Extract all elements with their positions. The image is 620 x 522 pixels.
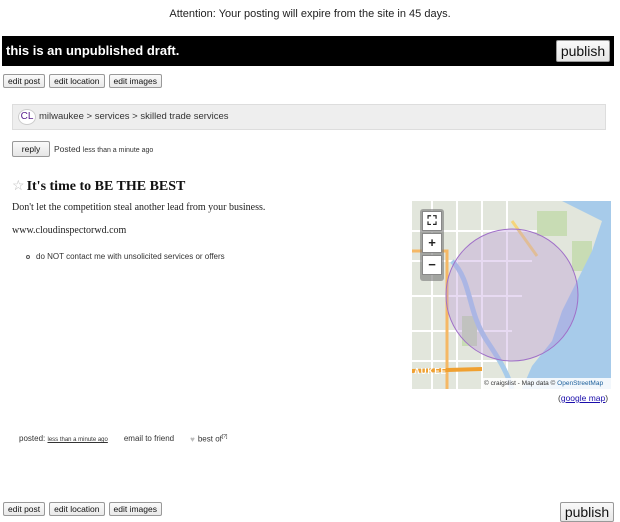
heart-icon: ♥	[190, 434, 195, 444]
fullscreen-icon[interactable]: ⛶	[422, 211, 442, 231]
draft-message: this is an unpublished draft.	[6, 43, 180, 58]
contact-notice-text: do NOT contact me with unsolicited servi…	[36, 252, 225, 261]
craigslist-logo[interactable]: CL	[18, 109, 36, 125]
breadcrumb: CL milwaukee > services > skilled trade …	[12, 104, 606, 130]
publish-button-bottom[interactable]: publish	[560, 502, 614, 522]
edit-toolbar-bottom: edit post edit location edit images	[3, 502, 162, 516]
edit-toolbar-top: edit post edit location edit images	[3, 74, 162, 88]
location-map[interactable]: ⛶ + − AUKEE © craigslist - Map data © Op…	[412, 201, 611, 389]
map-attribution-text: © craigslist - Map data ©	[484, 380, 556, 387]
google-map-link-wrapper: (google map)	[558, 393, 609, 403]
posted-info: Posted less than a minute ago	[54, 144, 153, 154]
google-map-link[interactable]: google map	[561, 393, 605, 403]
posting-body-line-2: www.cloudinspectorwd.com	[12, 225, 127, 236]
expiry-notice: Attention: Your posting will expire from…	[169, 8, 451, 20]
posted-time: less than a minute ago	[82, 147, 154, 154]
footer-posted-label: posted:	[19, 434, 46, 443]
star-icon[interactable]: ☆	[12, 179, 25, 194]
edit-post-button[interactable]: edit post	[3, 74, 46, 88]
publish-button[interactable]: publish	[556, 40, 610, 62]
edit-images-button[interactable]: edit images	[108, 74, 162, 88]
bullet-icon	[26, 254, 30, 259]
reply-button[interactable]: reply	[12, 141, 50, 157]
zoom-in-button[interactable]: +	[422, 233, 442, 253]
email-to-friend-link[interactable]: email to friend	[124, 434, 174, 444]
posting-title-text: It's time to BE THE BEST	[26, 179, 186, 194]
edit-location-button[interactable]: edit location	[49, 74, 105, 88]
map-attribution: © craigslist - Map data © OpenStreetMap	[482, 378, 611, 389]
posted-prefix: Posted	[54, 144, 81, 154]
posting-body-line-1: Don't let the competition steal another …	[12, 202, 266, 213]
posting-footer: posted: less than a minute ago email to …	[19, 434, 227, 444]
map-place-label: AUKEE	[414, 367, 448, 376]
edit-location-button-bottom[interactable]: edit location	[49, 502, 105, 516]
draft-banner: this is an unpublished draft. publish	[2, 36, 614, 66]
zoom-out-button[interactable]: −	[422, 255, 442, 275]
edit-images-button-bottom[interactable]: edit images	[108, 502, 162, 516]
posting-title: ☆ It's time to BE THE BEST	[12, 178, 185, 195]
contact-notice: do NOT contact me with unsolicited servi…	[26, 252, 225, 261]
footer-posted-time: less than a minute ago	[47, 437, 108, 443]
footer-posted: posted: less than a minute ago	[19, 434, 108, 444]
edit-post-button-bottom[interactable]: edit post	[3, 502, 46, 516]
best-of-label: best of	[197, 434, 222, 444]
best-of-help[interactable]: [?]	[222, 434, 228, 440]
openstreetmap-link[interactable]: OpenStreetMap	[557, 380, 603, 387]
breadcrumb-path[interactable]: milwaukee > services > skilled trade ser…	[39, 111, 229, 122]
best-of[interactable]: ♥ best of[?]	[190, 434, 227, 444]
